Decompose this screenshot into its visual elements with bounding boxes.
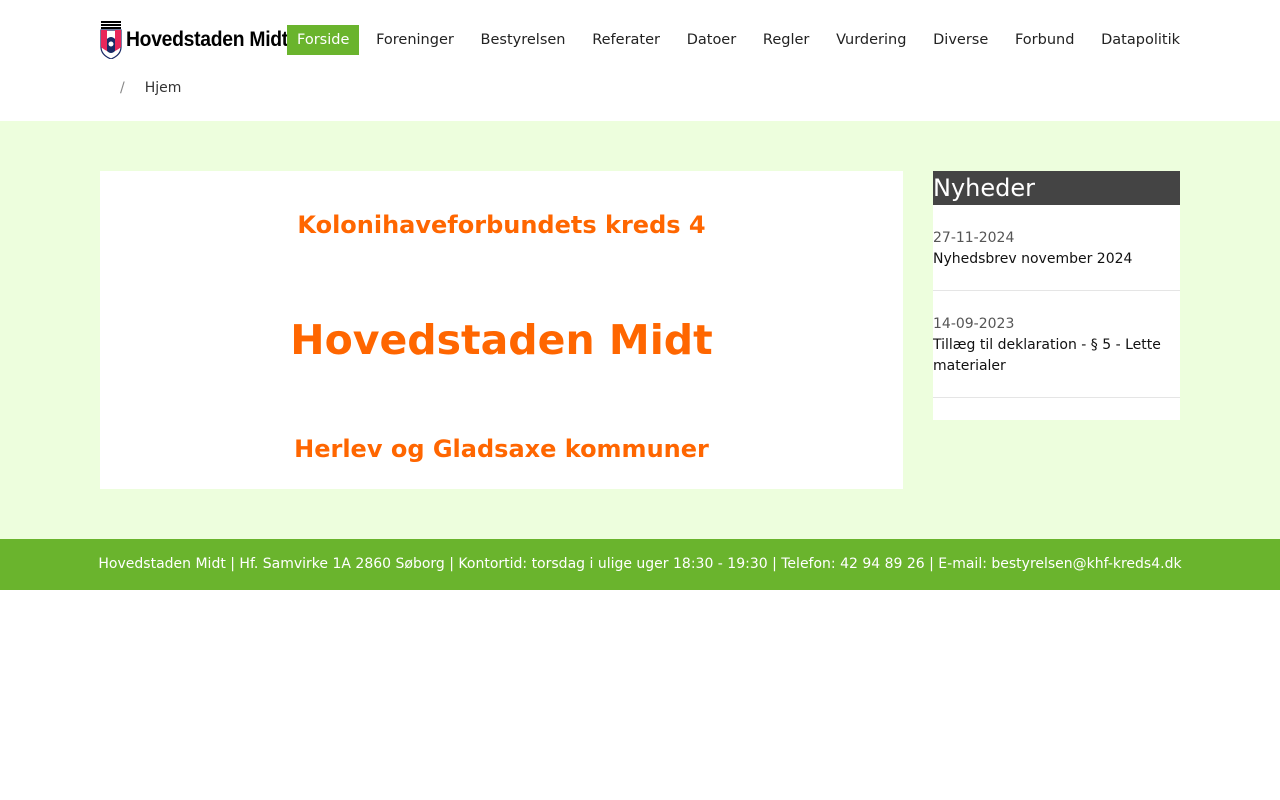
main-content-area: Kolonihaveforbundets kreds 4 Hovedstaden… — [0, 121, 1280, 539]
site-footer: Hovedstaden Midt | Hf. Samvirke 1A 2860 … — [0, 539, 1280, 590]
breadcrumb-current: Hjem — [144, 80, 182, 96]
nav-item-forside[interactable]: Forside — [287, 25, 360, 55]
nav-item-foreninger[interactable]: Foreninger — [366, 25, 464, 55]
page-area: Herlev og Gladsaxe kommuner — [294, 435, 709, 463]
site-logo[interactable]: Hovedstaden Midt — [100, 20, 302, 60]
nav-item-datapolitik[interactable]: Datapolitik — [1091, 25, 1180, 55]
nav-item-bestyrelsen[interactable]: Bestyrelsen — [471, 25, 576, 55]
news-sidebar: Nyheder 27-11-2024 Nyhedsbrev november 2… — [933, 171, 1180, 420]
site-header: Hovedstaden Midt Forside Foreninger Best… — [0, 0, 1280, 121]
nav-item-vurdering[interactable]: Vurdering — [826, 25, 916, 55]
page-title: Hovedstaden Midt — [290, 316, 713, 364]
nav-item-referater[interactable]: Referater — [582, 25, 670, 55]
news-link[interactable]: Tillæg til deklaration - § 5 - Lette mat… — [933, 335, 1180, 377]
news-item[interactable]: 14-09-2023 Tillæg til deklaration - § 5 … — [933, 291, 1180, 398]
nav-item-diverse[interactable]: Diverse — [923, 25, 998, 55]
nav-item-regler[interactable]: Regler — [753, 25, 819, 55]
nav-item-forbund[interactable]: Forbund — [1005, 25, 1084, 55]
news-link[interactable]: Nyhedsbrev november 2024 — [933, 249, 1180, 270]
news-heading: Nyheder — [933, 171, 1180, 205]
kolonihave-emblem-icon — [100, 21, 122, 59]
news-date: 27-11-2024 — [933, 230, 1015, 246]
nav-item-datoer[interactable]: Datoer — [677, 25, 747, 55]
news-date: 14-09-2023 — [933, 316, 1015, 332]
main-nav: Forside Foreninger Bestyrelsen Referater… — [287, 25, 1180, 55]
logo-text: Hovedstaden Midt — [126, 28, 288, 51]
welcome-panel: Kolonihaveforbundets kreds 4 Hovedstaden… — [100, 171, 903, 489]
breadcrumb: / Hjem — [120, 80, 181, 96]
breadcrumb-separator: / — [120, 80, 125, 96]
page-subtitle: Kolonihaveforbundets kreds 4 — [297, 211, 706, 239]
news-item[interactable]: 27-11-2024 Nyhedsbrev november 2024 — [933, 205, 1180, 291]
